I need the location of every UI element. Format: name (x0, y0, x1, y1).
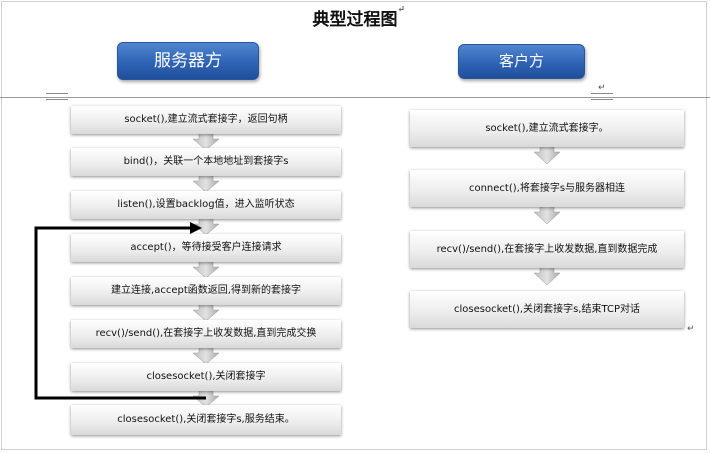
server-step-accept: accept()，等待接受客户连接请求 (71, 234, 341, 262)
client-arrow-2 (533, 205, 561, 225)
server-arrow-6 (192, 346, 220, 365)
server-step-close-s: closesocket(),关闭套接字s,服务结束。 (71, 405, 341, 435)
server-step-recv-send: recv()/send(),在套接字上收发数据,直到完成交换 (71, 320, 341, 348)
client-step-connect: connect(),将套接字s与服务器相连 (410, 170, 684, 207)
client-arrow-3 (533, 266, 561, 286)
server-step-bind: bind()，关联一个本地地址到套接字s (71, 148, 341, 176)
client-step-socket: socket(),建立流式套接字。 (410, 110, 684, 147)
server-arrow-4 (192, 260, 220, 279)
server-arrow-2 (192, 174, 220, 193)
client-step-recv-send: recv()/send(),在套接字上收发数据,直到数据完成 (410, 231, 684, 268)
server-step-connected: 建立连接,accept函数返回,得到新的套接字 (71, 277, 341, 305)
client-arrow-1 (533, 145, 561, 165)
server-step-closesocket: closesocket(),关闭套接字 (71, 363, 341, 391)
client-step-closesocket: closesocket(),关闭套接字s,结束TCP对话 (410, 291, 684, 328)
server-step-socket: socket(),建立流式套接字，返回句柄 (71, 106, 341, 134)
return-mark-icon: ↵ (687, 324, 695, 334)
server-step-listen: listen(),设置backlog值，进入监听状态 (71, 191, 341, 219)
server-arrow-5 (192, 303, 220, 322)
